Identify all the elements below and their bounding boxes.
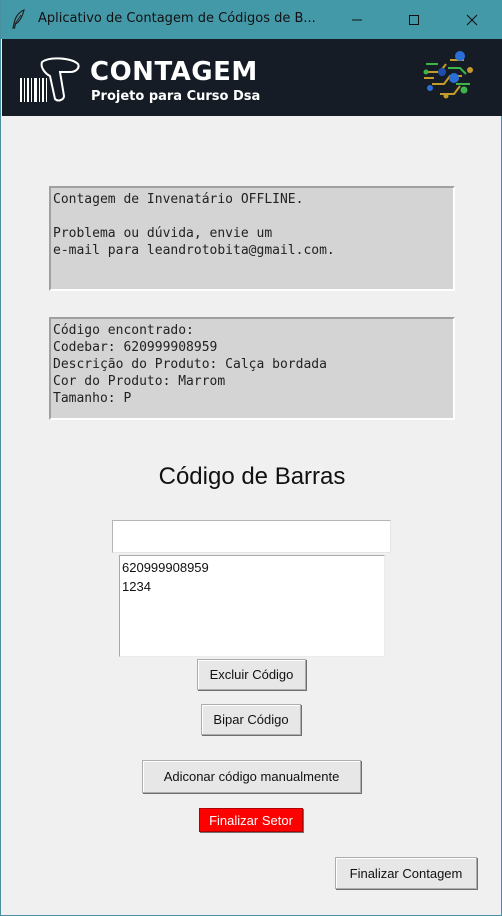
minimize-icon [352,19,362,20]
network-logo-icon [423,51,473,99]
barcode-heading: Código de Barras [158,463,346,490]
minimize-button[interactable] [328,0,386,39]
barcode-scanner-icon [20,57,80,102]
maximize-icon [409,14,419,25]
info-message-box: Contagem de Invenatário OFFLINE. Problem… [49,186,455,291]
add-manual-code-button[interactable]: Adiconar código manualmente [142,760,361,793]
barcode-input[interactable] [112,520,391,553]
header-banner: CONTAGEM Projeto para Curso Dsa [2,39,502,116]
delete-code-button[interactable]: Excluir Código [197,659,306,690]
banner-subtitle: Projeto para Curso Dsa [91,89,261,104]
list-item[interactable]: 620999908959 [121,558,383,577]
close-button[interactable] [443,0,501,39]
product-result-box: Código encontrado: Codebar: 620999908959… [49,317,455,420]
list-item[interactable]: 1234 [121,577,383,596]
scan-code-button[interactable]: Bipar Código [201,704,301,735]
window-title: Aplicativo de Contagem de Códigos de B..… [38,11,316,26]
finish-sector-button[interactable]: Finalizar Setor [199,808,303,832]
finish-count-button[interactable]: Finalizar Contagem [335,857,477,889]
feather-icon [12,9,25,29]
barcode-listbox[interactable]: 620999908959 1234 [119,555,385,657]
close-icon [466,14,478,25]
banner-title: CONTAGEM [90,57,258,87]
title-bar[interactable]: Aplicativo de Contagem de Códigos de B..… [1,0,502,39]
app-window: Aplicativo de Contagem de Códigos de B..… [0,0,502,916]
maximize-button[interactable] [385,0,443,39]
